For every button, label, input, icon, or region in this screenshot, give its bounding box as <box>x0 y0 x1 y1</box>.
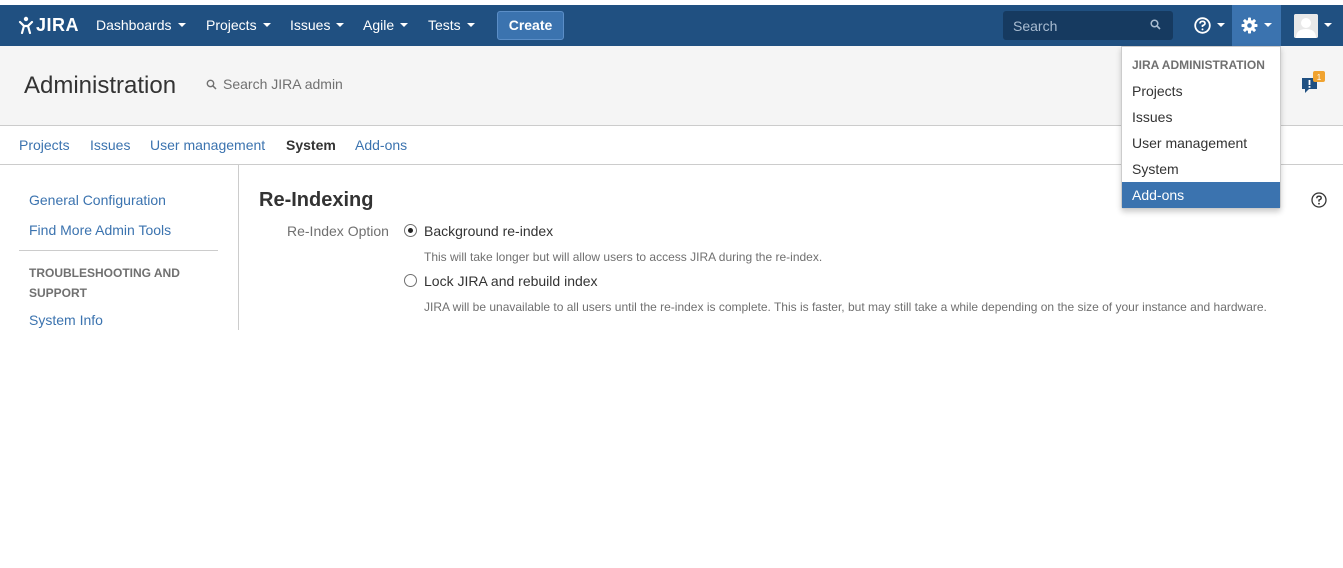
quick-search-input[interactable] <box>1003 11 1173 40</box>
nav-dashboards-label: Dashboards <box>96 17 172 33</box>
sidebar-item-system-info[interactable]: System Info <box>29 312 103 328</box>
page-help-button[interactable] <box>1311 192 1327 211</box>
jira-logo[interactable]: JIRA <box>18 13 79 37</box>
tab-issues[interactable]: Issues <box>90 137 130 153</box>
chevron-down-icon <box>336 23 345 28</box>
user-profile-button[interactable] <box>1283 5 1343 46</box>
jira-logo-text: JIRA <box>36 14 80 35</box>
notifications-button[interactable]: 1 <box>1301 71 1327 98</box>
background-reindex-description: This will take longer but will allow use… <box>424 250 823 264</box>
top-navigation-bar: JIRA Dashboards Projects Issues Agile Te… <box>0 5 1343 46</box>
avatar-icon <box>1294 13 1318 38</box>
search-icon <box>206 79 217 90</box>
help-icon <box>1311 192 1327 208</box>
nav-dashboards[interactable]: Dashboards <box>96 5 186 46</box>
admin-menu-item-user-management[interactable]: User management <box>1122 130 1280 156</box>
admin-dropdown-menu: JIRA ADMINISTRATION Projects Issues User… <box>1121 46 1281 209</box>
quick-search <box>1003 11 1173 40</box>
avatar <box>1294 13 1318 38</box>
chevron-down-icon <box>1264 22 1272 27</box>
page-title: Administration <box>24 72 177 99</box>
tab-add-ons[interactable]: Add-ons <box>355 137 407 153</box>
nav-issues-label: Issues <box>290 17 331 33</box>
chevron-down-icon <box>262 23 271 28</box>
sidebar-item-general-configuration[interactable]: General Configuration <box>29 192 166 208</box>
search-icon <box>1150 19 1161 30</box>
chevron-down-icon <box>400 23 409 28</box>
admin-menu-item-system[interactable]: System <box>1122 156 1280 182</box>
chevron-down-icon <box>466 23 475 28</box>
nav-tests[interactable]: Tests <box>428 5 475 46</box>
sidebar-divider <box>19 250 218 251</box>
admin-sidebar: General Configuration Find More Admin To… <box>0 165 239 330</box>
background-reindex-label[interactable]: Background re-index <box>424 223 553 239</box>
admin-menu-item-issues[interactable]: Issues <box>1122 104 1280 130</box>
reindex-option-label: Re-Index Option <box>287 223 389 239</box>
notification-badge-count: 1 <box>1317 73 1322 82</box>
sidebar-item-find-more-admin-tools[interactable]: Find More Admin Tools <box>29 222 171 238</box>
nav-agile[interactable]: Agile <box>363 5 409 46</box>
lock-reindex-radio[interactable] <box>404 274 417 287</box>
lock-reindex-label[interactable]: Lock JIRA and rebuild index <box>424 273 598 289</box>
tab-projects[interactable]: Projects <box>19 137 70 153</box>
notification-icon: 1 <box>1302 71 1325 93</box>
tab-system[interactable]: System <box>286 137 336 153</box>
gear-icon <box>1241 17 1258 34</box>
tab-user-management[interactable]: User management <box>150 137 265 153</box>
chevron-down-icon <box>177 23 186 28</box>
create-button[interactable]: Create <box>497 11 564 40</box>
chevron-down-icon <box>1324 22 1332 27</box>
help-menu-button[interactable] <box>1188 5 1230 46</box>
lock-reindex-description: JIRA will be unavailable to all users un… <box>424 300 1267 314</box>
chevron-down-icon <box>1216 22 1225 27</box>
nav-agile-label: Agile <box>363 17 395 33</box>
admin-search-trigger[interactable]: Search JIRA admin <box>206 76 343 92</box>
sidebar-section-heading: TROUBLESHOOTING AND SUPPORT <box>29 266 180 300</box>
nav-projects[interactable]: Projects <box>206 5 271 46</box>
help-icon <box>1193 17 1211 34</box>
background-reindex-radio[interactable] <box>404 224 417 237</box>
admin-search-label: Search JIRA admin <box>223 76 343 92</box>
nav-tests-label: Tests <box>428 17 461 33</box>
section-title: Re-Indexing <box>259 189 374 211</box>
nav-projects-label: Projects <box>206 17 257 33</box>
admin-menu-heading: JIRA ADMINISTRATION <box>1132 58 1265 72</box>
jira-logo-icon <box>18 16 34 34</box>
admin-menu-item-add-ons[interactable]: Add-ons <box>1122 182 1280 208</box>
nav-issues[interactable]: Issues <box>290 5 345 46</box>
admin-settings-button[interactable] <box>1232 5 1281 46</box>
admin-menu-item-projects[interactable]: Projects <box>1122 78 1280 104</box>
